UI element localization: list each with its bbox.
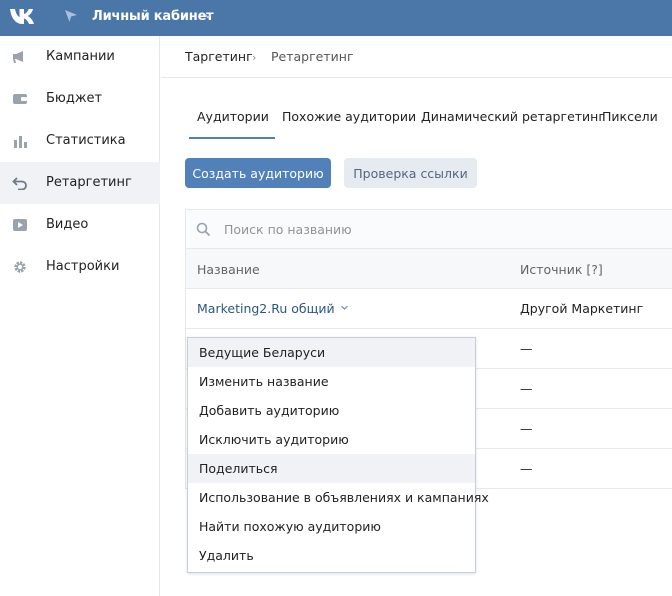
menu-item-label: Удалить — [199, 548, 254, 563]
return-arrow-icon — [12, 177, 27, 190]
tab-similar-audiences[interactable]: Похожие аудитории — [282, 109, 416, 124]
menu-item-label: Добавить аудиторию — [199, 403, 340, 418]
breadcrumb-current: Ретаргетинг — [271, 49, 354, 64]
search-icon — [196, 222, 211, 237]
menu-item-label: Исключить аудиторию — [199, 432, 349, 447]
sidebar: Кампании Бюджет Статистика Ретаргетинг В… — [0, 36, 160, 596]
breadcrumb: Таргетинг › Ретаргетинг — [161, 36, 672, 78]
menu-item-delete[interactable]: Удалить — [188, 541, 475, 570]
sidebar-item-video[interactable]: Видео — [0, 204, 160, 246]
audience-source: Другой Маркетинг — [520, 301, 644, 316]
check-link-button[interactable]: Проверка ссылки — [344, 158, 477, 188]
menu-item-label: Поделиться — [199, 461, 278, 476]
menu-item-leading-belarus[interactable]: Ведущие Беларуси — [188, 338, 475, 367]
menu-item-label: Найти похожую аудиторию — [199, 519, 381, 534]
menu-item-rename[interactable]: Изменить название — [188, 367, 475, 396]
audience-name-cell[interactable]: Marketing2.Ru общий — [197, 301, 349, 316]
audience-source: — — [520, 381, 533, 396]
vk-logo-icon[interactable] — [9, 7, 37, 27]
tab-dynamic-retargeting[interactable]: Динамический ретаргетинг — [421, 109, 605, 124]
sidebar-item-statistics[interactable]: Статистика — [0, 120, 160, 162]
create-audience-button[interactable]: Создать аудиторию — [185, 158, 331, 188]
sidebar-item-campaigns[interactable]: Кампании — [0, 36, 160, 78]
megaphone-icon — [13, 51, 23, 63]
table-header: Название Источник [?] — [186, 249, 672, 289]
column-header-source[interactable]: Источник [?] — [520, 262, 603, 277]
tab-bar: Аудитории Похожие аудитории Динамический… — [161, 98, 672, 139]
audience-name: Marketing2.Ru общий — [197, 301, 335, 316]
sidebar-item-budget[interactable]: Бюджет — [0, 78, 160, 120]
sidebar-item-label: Ретаргетинг — [46, 175, 132, 190]
sidebar-item-label: Статистика — [46, 133, 126, 148]
menu-item-label: Изменить название — [199, 374, 329, 389]
top-bar: Личный кабинет — [0, 0, 672, 36]
menu-item-exclude-audience[interactable]: Исключить аудиторию — [188, 425, 475, 454]
tab-audiences[interactable]: Аудитории — [189, 109, 275, 139]
menu-item-add-audience[interactable]: Добавить аудиторию — [188, 396, 475, 425]
play-icon — [13, 219, 27, 231]
chevron-down-icon — [340, 305, 348, 310]
sidebar-item-label: Настройки — [46, 259, 120, 274]
sidebar-item-label: Бюджет — [46, 91, 103, 106]
bar-chart-icon — [14, 136, 27, 148]
chevron-down-icon[interactable] — [203, 11, 213, 21]
menu-item-label: Ведущие Беларуси — [199, 345, 326, 360]
column-header-name[interactable]: Название — [197, 262, 260, 277]
wallet-icon — [13, 94, 27, 104]
search-input[interactable] — [224, 216, 664, 242]
tab-pixels[interactable]: Пиксели — [602, 109, 658, 124]
search-row — [186, 210, 672, 249]
sidebar-item-retargeting[interactable]: Ретаргетинг — [0, 162, 160, 204]
menu-item-label: Использование в объявлениях и кампаниях — [199, 490, 489, 505]
table-row[interactable]: Marketing2.Ru общий Другой Маркетинг — [186, 289, 672, 329]
menu-item-find-similar[interactable]: Найти похожую аудиторию — [188, 512, 475, 541]
menu-item-share[interactable]: Поделиться — [188, 454, 475, 483]
gear-icon — [14, 261, 26, 273]
cabinet-title[interactable]: Личный кабинет — [92, 9, 214, 24]
audience-source: — — [520, 341, 533, 356]
breadcrumb-separator: › — [252, 51, 257, 64]
sidebar-item-label: Кампании — [46, 49, 115, 64]
sidebar-item-label: Видео — [46, 217, 89, 232]
sidebar-item-settings[interactable]: Настройки — [0, 246, 160, 288]
audience-actions-menu: Ведущие Беларуси Изменить название Добав… — [187, 337, 489, 573]
flag-icon — [65, 10, 77, 22]
breadcrumb-parent[interactable]: Таргетинг — [185, 49, 253, 64]
audience-source: — — [520, 421, 533, 436]
menu-item-usage-in-ads[interactable]: Использование в объявлениях и кампаниях — [188, 483, 489, 512]
audience-source: — — [520, 461, 533, 476]
